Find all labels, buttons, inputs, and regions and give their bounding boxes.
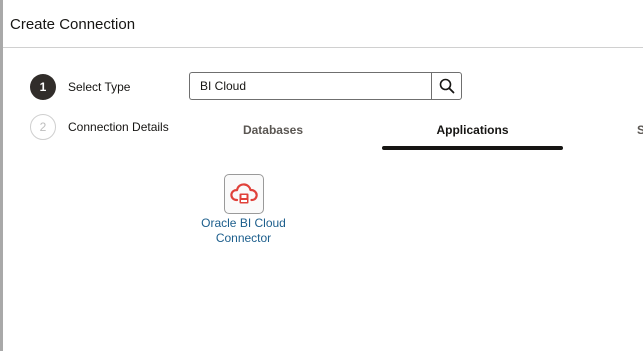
search-icon: [439, 78, 454, 94]
window-left-edge: [0, 0, 3, 351]
connection-type-tabs: Databases Applications S: [189, 112, 643, 150]
search-button[interactable]: [431, 72, 462, 100]
connector-label: Oracle BI Cloud Connector: [196, 216, 291, 246]
tab-databases[interactable]: Databases: [189, 112, 357, 148]
search-input[interactable]: [189, 72, 431, 100]
cloud-connector-icon: [223, 174, 264, 214]
step-label: Select Type: [68, 80, 131, 94]
search-bar: [189, 72, 462, 100]
dialog-title: Create Connection: [10, 16, 136, 33]
header-divider: [3, 47, 643, 48]
step-connection-details[interactable]: 2 Connection Details: [30, 114, 169, 140]
connector-label-line2: Connector: [215, 231, 272, 245]
step-number-badge: 2: [30, 114, 56, 140]
connector-label-line1: Oracle BI Cloud: [201, 216, 286, 230]
step-label: Connection Details: [68, 120, 169, 134]
step-number-badge: 1: [30, 74, 56, 100]
connector-card-oracle-bi-cloud[interactable]: Oracle BI Cloud Connector: [196, 174, 291, 246]
step-select-type[interactable]: 1 Select Type: [30, 74, 130, 100]
tab-applications[interactable]: Applications: [382, 112, 563, 150]
tab-partial[interactable]: S: [637, 112, 643, 148]
